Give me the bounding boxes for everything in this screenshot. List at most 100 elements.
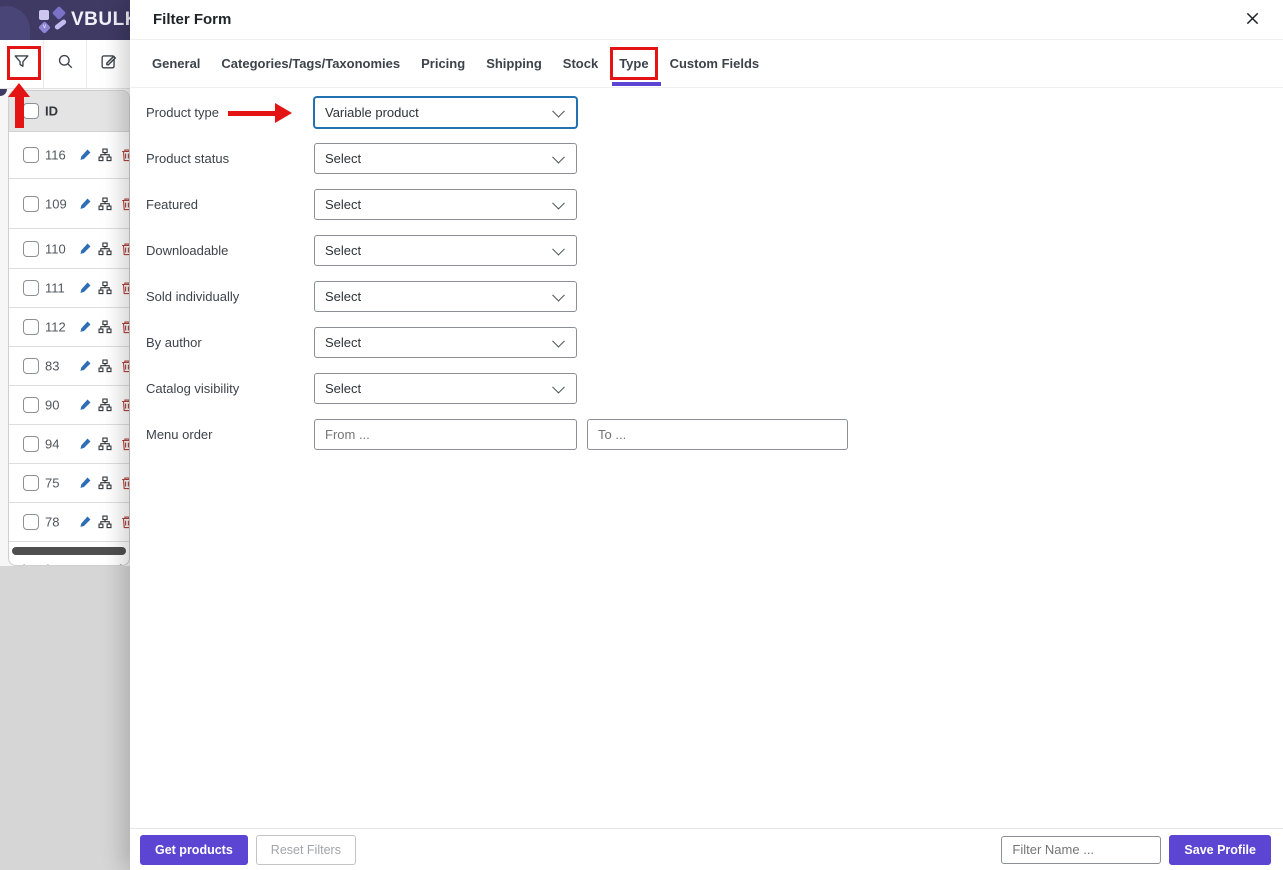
catalog-visibility-select[interactable]: Select [314, 373, 577, 404]
trash-icon[interactable] [120, 515, 130, 529]
by-author-label: By author [146, 335, 314, 350]
table-row: 94 [9, 425, 129, 464]
product-status-value: Select [325, 151, 361, 166]
product-type-select[interactable]: Variable product [314, 97, 577, 128]
row-checkbox[interactable] [23, 196, 39, 212]
horizontal-scrollbar[interactable] [12, 547, 126, 555]
table-row: 75 [9, 464, 129, 503]
logo-pencil-shape [54, 19, 67, 31]
reset-filters-button[interactable]: Reset Filters [256, 835, 356, 865]
row-checkbox[interactable] [23, 475, 39, 491]
trash-icon[interactable] [120, 197, 130, 211]
by-author-value: Select [325, 335, 361, 350]
chevron-down-icon [552, 288, 565, 301]
hierarchy-icon[interactable] [98, 281, 112, 295]
edit-icon[interactable] [78, 476, 92, 490]
trash-icon[interactable] [120, 320, 130, 334]
trash-icon[interactable] [120, 476, 130, 490]
sold-individually-select[interactable]: Select [314, 281, 577, 312]
row-checkbox[interactable] [23, 147, 39, 163]
hierarchy-icon[interactable] [98, 515, 112, 529]
hierarchy-icon[interactable] [98, 242, 112, 256]
row-checkbox[interactable] [23, 241, 39, 257]
table-row: 111 [9, 269, 129, 308]
row-checkbox[interactable] [23, 514, 39, 530]
tab-categories-tags-taxonomies[interactable]: Categories/Tags/Taxonomies [221, 56, 400, 71]
row-checkbox[interactable] [23, 358, 39, 374]
chevron-down-icon [552, 380, 565, 393]
edit-icon[interactable] [78, 359, 92, 373]
search-button[interactable] [44, 40, 88, 88]
trash-icon[interactable] [120, 281, 130, 295]
edit-icon[interactable] [78, 320, 92, 334]
row-id: 116 [45, 148, 66, 163]
tab-custom-fields[interactable]: Custom Fields [670, 56, 760, 71]
catalog-visibility-label: Catalog visibility [146, 381, 314, 396]
tab-pricing[interactable]: Pricing [421, 56, 465, 71]
row-checkbox[interactable] [23, 436, 39, 452]
trash-icon[interactable] [120, 148, 130, 162]
form-row-product-type: Product type Variable product [146, 97, 1283, 128]
table-row: 83 [9, 347, 129, 386]
pagination-status: Showing 1 to 10 of 52 [9, 555, 129, 566]
tab-stock[interactable]: Stock [563, 56, 598, 71]
tab-shipping[interactable]: Shipping [486, 56, 542, 71]
modal-body: Product type Variable product Product st… [130, 88, 1283, 450]
edit-icon[interactable] [78, 281, 92, 295]
product-status-select[interactable]: Select [314, 143, 577, 174]
edit-icon [99, 52, 118, 76]
hierarchy-icon[interactable] [98, 148, 112, 162]
table-row: 116 [9, 132, 129, 179]
edit-icon[interactable] [78, 242, 92, 256]
featured-select[interactable]: Select [314, 189, 577, 220]
filter-name-input[interactable] [1001, 836, 1161, 864]
form-row-menu-order: Menu order [146, 419, 1283, 450]
featured-label: Featured [146, 197, 314, 212]
hierarchy-icon[interactable] [98, 359, 112, 373]
filter-form-modal: Filter Form General Categories/Tags/Taxo… [130, 0, 1283, 870]
edit-icon[interactable] [78, 148, 92, 162]
id-column-header: ID [45, 104, 58, 119]
annotation-red-box-filter [7, 46, 41, 80]
trash-icon[interactable] [120, 359, 130, 373]
modal-footer: Get products Reset Filters Save Profile [130, 828, 1283, 870]
by-author-select[interactable]: Select [314, 327, 577, 358]
menu-order-to-input[interactable] [587, 419, 848, 450]
select-all-checkbox[interactable] [23, 103, 39, 119]
downloadable-select[interactable]: Select [314, 235, 577, 266]
trash-icon[interactable] [120, 437, 130, 451]
trash-icon[interactable] [120, 242, 130, 256]
annotation-red-arrow-up-shaft [15, 96, 24, 128]
hierarchy-icon[interactable] [98, 197, 112, 211]
logo-diamond-shape [52, 6, 66, 20]
tab-general[interactable]: General [152, 56, 200, 71]
row-checkbox[interactable] [23, 280, 39, 296]
annotation-red-arrow-up [8, 83, 30, 97]
annotation-red-arrow-right-shaft [228, 111, 275, 116]
app-logo-icon: v [39, 8, 67, 34]
tab-type[interactable]: Type [619, 56, 648, 71]
sold-individually-value: Select [325, 289, 361, 304]
trash-icon[interactable] [120, 398, 130, 412]
form-row-sold-individually: Sold individually Select [146, 281, 1283, 312]
hierarchy-icon[interactable] [98, 437, 112, 451]
row-id: 110 [45, 241, 66, 256]
save-profile-button[interactable]: Save Profile [1169, 835, 1271, 865]
app-header: v VBULK [0, 0, 130, 40]
edit-icon[interactable] [78, 437, 92, 451]
hierarchy-icon[interactable] [98, 476, 112, 490]
row-id: 112 [45, 320, 66, 335]
edit-icon[interactable] [78, 398, 92, 412]
edit-icon[interactable] [78, 197, 92, 211]
row-checkbox[interactable] [23, 397, 39, 413]
bulk-edit-button[interactable] [87, 40, 130, 88]
edit-icon[interactable] [78, 515, 92, 529]
hierarchy-icon[interactable] [98, 398, 112, 412]
menu-order-from-input[interactable] [314, 419, 577, 450]
row-checkbox[interactable] [23, 319, 39, 335]
hierarchy-icon[interactable] [98, 320, 112, 334]
close-button[interactable] [1241, 9, 1263, 31]
get-products-button[interactable]: Get products [140, 835, 248, 865]
modal-title: Filter Form [153, 11, 231, 28]
catalog-visibility-value: Select [325, 381, 361, 396]
